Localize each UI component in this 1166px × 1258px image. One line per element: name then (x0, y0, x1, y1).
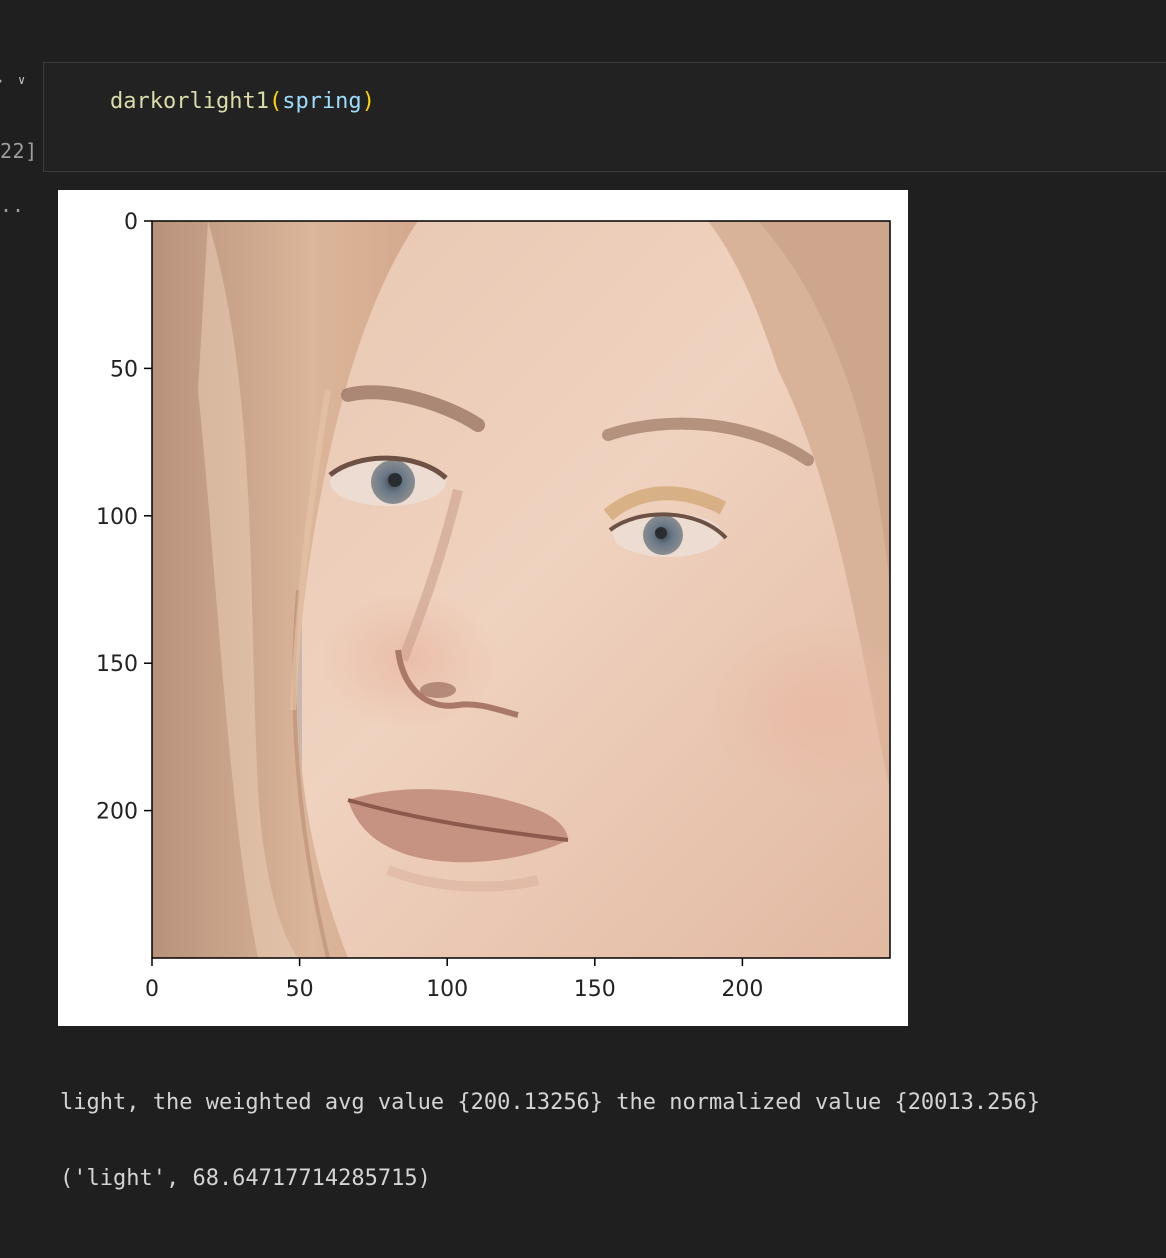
notebook-page: › ∨ 22] .. darkorlight1(spring) (0, 0, 1166, 1258)
code-function-name: darkorlight1 (110, 89, 269, 114)
output-line-2: ('light', 68.64717714285715) (60, 1166, 431, 1191)
cell-gutter: › ∨ (0, 73, 40, 94)
x-tick-label: 100 (426, 977, 468, 1002)
y-tick-label: 50 (110, 357, 138, 382)
code-line: darkorlight1(spring) (110, 89, 375, 114)
x-tick-label: 150 (574, 977, 616, 1002)
x-tick-label: 0 (145, 977, 159, 1002)
x-tick-label: 200 (721, 977, 763, 1002)
top-strip (0, 0, 1166, 60)
y-tick-label: 200 (96, 800, 138, 825)
run-cell-icon[interactable]: › (0, 74, 4, 89)
output-line-1: light, the weighted avg value {200.13256… (60, 1090, 1041, 1115)
y-tick-label: 100 (96, 505, 138, 530)
plot-output: 0 50 100 150 200 0 50 100 150 200 (58, 190, 908, 1026)
code-cell-editor[interactable]: darkorlight1(spring) (43, 62, 1166, 172)
output-more-icon[interactable]: .. (0, 193, 24, 217)
image-plot: 0 50 100 150 200 0 50 100 150 200 (96, 210, 891, 1002)
execution-count: 22] (0, 139, 38, 163)
y-tick-label: 0 (124, 210, 138, 235)
y-tick-label: 150 (96, 652, 138, 677)
code-open-paren: ( (268, 89, 283, 114)
code-argument: spring (282, 89, 362, 114)
x-axis: 0 50 100 150 200 (145, 958, 763, 1002)
code-close-paren: ) (361, 89, 375, 114)
y-axis: 0 50 100 150 200 (96, 210, 152, 825)
portrait-image (152, 221, 890, 958)
chevron-down-icon[interactable]: ∨ (18, 73, 25, 87)
x-tick-label: 50 (286, 977, 314, 1002)
